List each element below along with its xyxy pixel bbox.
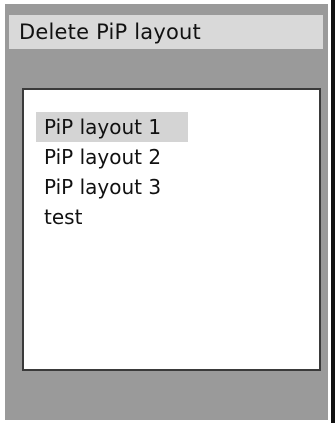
list-item-pip-layout-1[interactable]: PiP layout 1 bbox=[36, 112, 188, 142]
list-item-pip-layout-2[interactable]: PiP layout 2 bbox=[36, 142, 246, 172]
dialog-title-bar: Delete PiP layout bbox=[9, 15, 323, 49]
window-edge bbox=[331, 0, 335, 423]
list-item-pip-layout-3[interactable]: PiP layout 3 bbox=[36, 172, 246, 202]
dialog-title: Delete PiP layout bbox=[19, 20, 201, 44]
layout-list-box[interactable]: PiP layout 1 PiP layout 2 PiP layout 3 t… bbox=[22, 88, 321, 371]
layout-list: PiP layout 1 PiP layout 2 PiP layout 3 t… bbox=[36, 112, 246, 232]
list-item-test[interactable]: test bbox=[36, 202, 246, 232]
